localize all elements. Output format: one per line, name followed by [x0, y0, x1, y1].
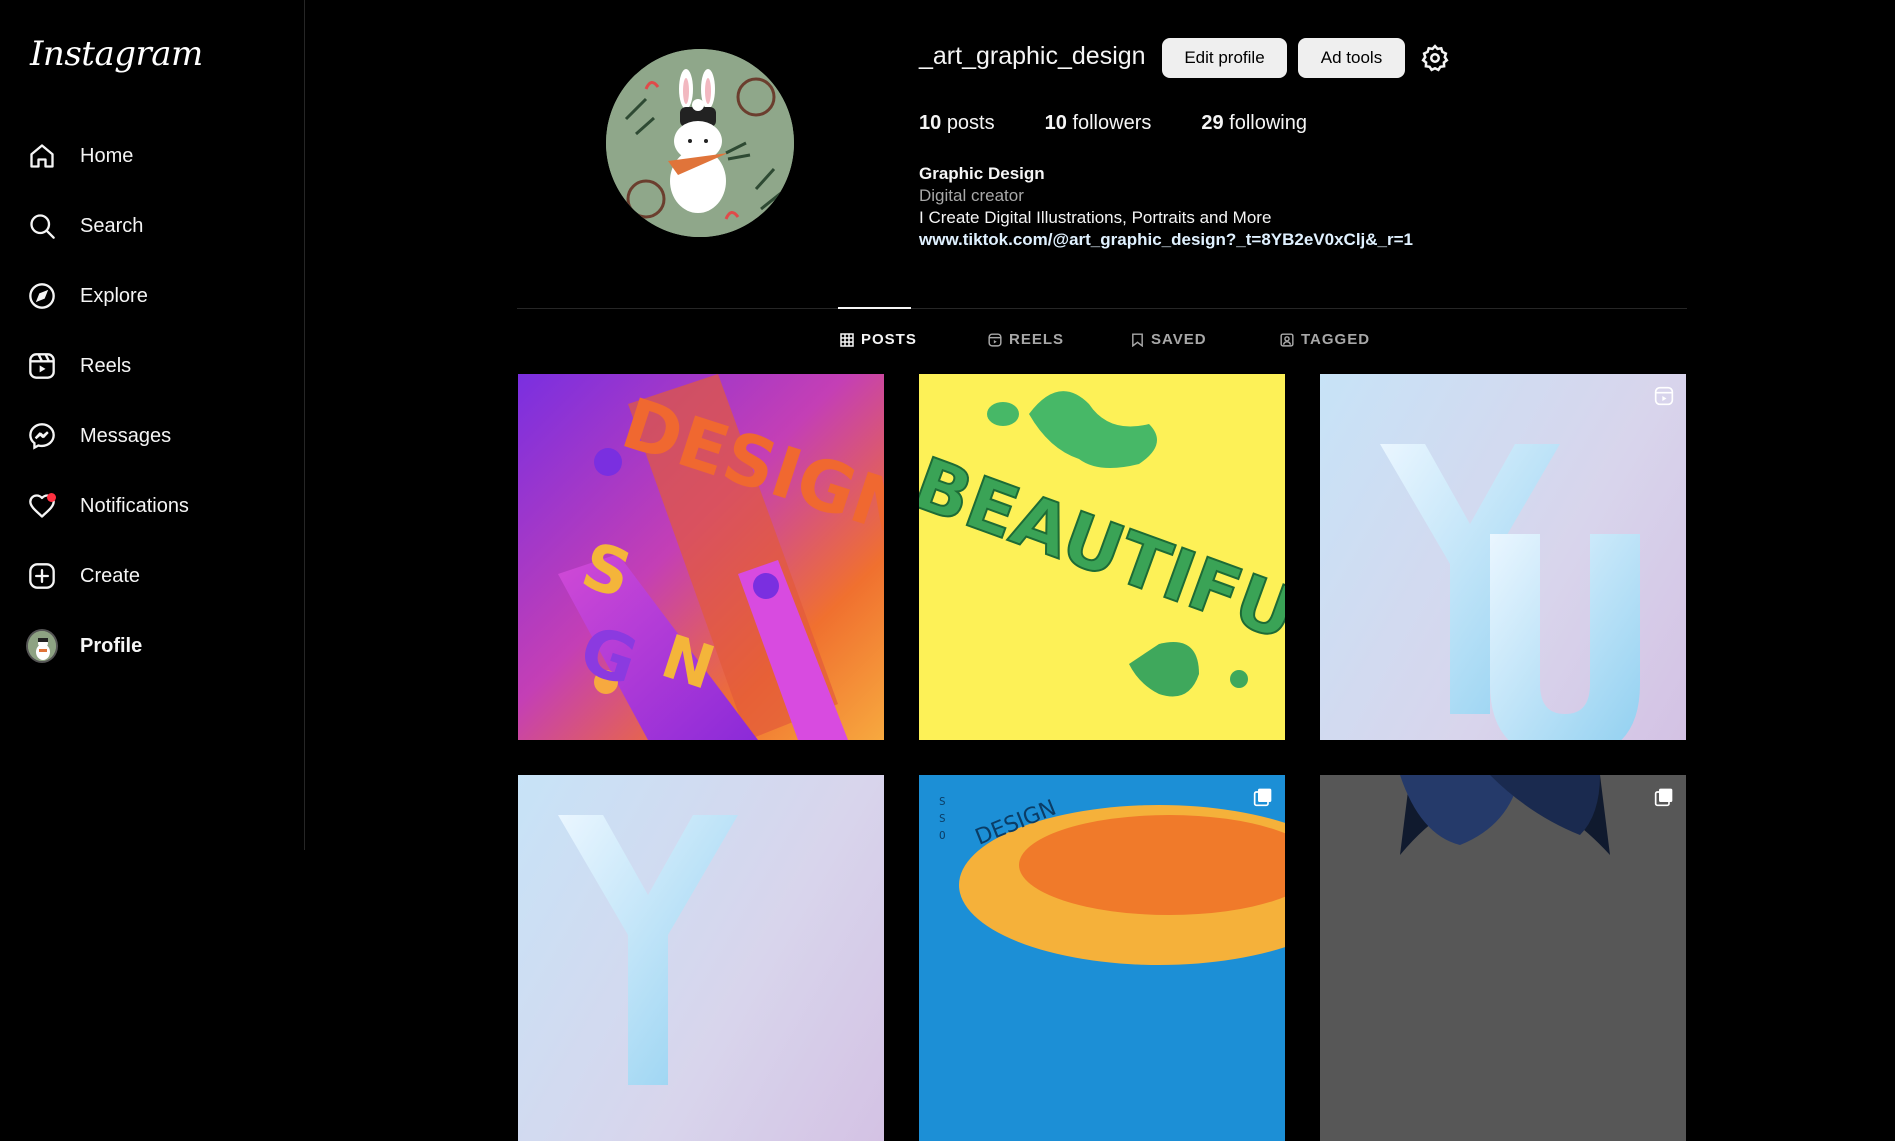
post-tile[interactable]: BEAUTIFU [919, 374, 1285, 740]
profile-main: _art_graphic_design Edit profile Ad tool… [0, 0, 1895, 1141]
svg-text:O: O [939, 829, 946, 842]
tab-posts[interactable]: POSTS [840, 331, 917, 348]
profile-stats: 10 posts 10 followers 29 following [919, 112, 1357, 135]
reel-badge-icon [1652, 384, 1676, 408]
reels-icon [988, 332, 1002, 347]
post-tile[interactable]: DESIGN S S O [919, 775, 1285, 1141]
edit-profile-button[interactable]: Edit profile [1162, 38, 1287, 78]
post-tile[interactable]: YU [1320, 374, 1686, 740]
post-art-text: BEAUTIFU [919, 441, 1285, 657]
bookmark-icon [1131, 332, 1144, 347]
profile-bio: Graphic Design Digital creator I Create … [919, 163, 1413, 251]
carousel-badge-icon [1251, 785, 1275, 809]
profile-username: _art_graphic_design [919, 42, 1146, 70]
post-tile[interactable]: DESIGN S G N [518, 374, 884, 740]
post-art-text: YU [1320, 374, 1322, 375]
tab-saved[interactable]: SAVED [1131, 331, 1207, 348]
settings-gear-icon[interactable] [1420, 43, 1450, 73]
tagged-icon [1280, 332, 1294, 347]
bio-link[interactable]: www.tiktok.com/@art_graphic_design?_t=8Y… [919, 229, 1413, 251]
bio-name: Graphic Design [919, 164, 1045, 183]
active-tab-indicator [838, 307, 911, 309]
profile-avatar[interactable] [606, 49, 794, 237]
post-art-text: Y [518, 775, 519, 776]
post-tile[interactable]: Y [518, 775, 884, 1141]
svg-text:S: S [939, 812, 946, 825]
carousel-badge-icon [1652, 785, 1676, 809]
bio-category: Digital creator [919, 186, 1024, 205]
post-tile[interactable] [1320, 775, 1686, 1141]
tabs-divider [517, 308, 1687, 309]
posts-stat[interactable]: 10 posts [919, 112, 995, 135]
following-stat[interactable]: 29 following [1201, 112, 1307, 135]
ad-tools-button[interactable]: Ad tools [1298, 38, 1405, 78]
svg-text:S: S [939, 795, 946, 808]
tab-tagged[interactable]: TAGGED [1280, 331, 1370, 348]
grid-icon [840, 332, 854, 347]
tab-reels[interactable]: REELS [988, 331, 1064, 348]
bio-description: I Create Digital Illustrations, Portrait… [919, 208, 1272, 227]
followers-stat[interactable]: 10 followers [1045, 112, 1152, 135]
